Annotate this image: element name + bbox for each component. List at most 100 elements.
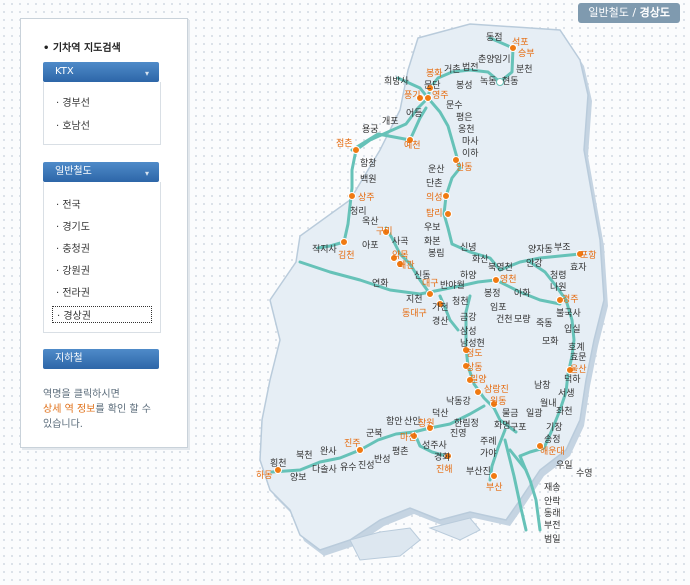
- station-label[interactable]: 효문: [570, 352, 587, 363]
- station-label[interactable]: 문단: [424, 80, 441, 91]
- station-label[interactable]: 경주: [562, 293, 579, 305]
- station-label[interactable]: 북천: [296, 450, 313, 461]
- station-label[interactable]: 호계: [568, 341, 585, 353]
- subway-button[interactable]: 지하철: [43, 349, 159, 369]
- station-label[interactable]: 모화: [542, 336, 559, 347]
- station-label[interactable]: 해운대: [540, 446, 565, 457]
- station-label[interactable]: 안동: [456, 162, 473, 173]
- station-label[interactable]: 청천: [452, 296, 469, 307]
- station-label[interactable]: 효자: [570, 262, 587, 273]
- station-label[interactable]: 죽동: [536, 318, 553, 329]
- region-item-national[interactable]: · 전국: [56, 196, 81, 211]
- station-label[interactable]: 안강: [526, 258, 543, 269]
- station-label[interactable]: 우보: [424, 222, 441, 233]
- station-label[interactable]: 녹동: [480, 76, 497, 87]
- ktx-item-gyeongbu[interactable]: · 경부선: [56, 94, 90, 109]
- region-item-gyeonggi[interactable]: · 경기도: [56, 218, 90, 233]
- station-label[interactable]: 의성: [426, 192, 443, 203]
- region-item-chungcheong[interactable]: · 충청권: [56, 240, 90, 255]
- station-label[interactable]: 진영: [450, 428, 467, 439]
- station-label[interactable]: 아포: [362, 240, 379, 251]
- station-label[interactable]: 분천: [516, 64, 533, 75]
- station-label[interactable]: 희방사: [384, 75, 410, 87]
- station-label[interactable]: 봉성: [456, 80, 473, 91]
- station-label[interactable]: 백원: [360, 174, 377, 185]
- station-label[interactable]: 반야월: [440, 279, 465, 291]
- station-label[interactable]: 동대구: [402, 308, 427, 319]
- station-label[interactable]: 기장: [546, 422, 563, 433]
- station-label[interactable]: 원동: [490, 396, 507, 407]
- station-label[interactable]: 화명: [494, 420, 511, 431]
- station-label[interactable]: 동래: [544, 508, 561, 519]
- station-label[interactable]: 함안: [386, 416, 403, 427]
- station-label[interactable]: 마산: [400, 432, 417, 443]
- station-label[interactable]: 약목: [392, 249, 409, 261]
- station-label[interactable]: 평은: [456, 112, 473, 123]
- station-label[interactable]: 신녕: [460, 242, 477, 253]
- station-label[interactable]: 어등: [406, 108, 423, 119]
- station-label[interactable]: 수영: [576, 468, 593, 479]
- station-label[interactable]: 춘양: [478, 54, 495, 65]
- station-label[interactable]: 건천: [496, 314, 513, 325]
- station-label[interactable]: 반성: [374, 454, 391, 465]
- station-label[interactable]: 삼랑진: [484, 383, 509, 395]
- station-label[interactable]: 남성현: [460, 338, 485, 349]
- station-label[interactable]: 개포: [382, 116, 399, 127]
- station-label[interactable]: 창원: [418, 418, 435, 429]
- station-label[interactable]: 구포: [510, 422, 527, 433]
- station-label[interactable]: 하동: [256, 470, 273, 481]
- station-label[interactable]: 운산: [428, 164, 445, 175]
- station-label[interactable]: 점촌: [336, 137, 353, 149]
- station-label[interactable]: 석포: [512, 37, 529, 48]
- station-label[interactable]: 부산: [486, 482, 503, 493]
- station-label[interactable]: 밀양: [470, 373, 487, 385]
- station-label[interactable]: 청도: [466, 348, 483, 359]
- station-label[interactable]: 연화: [372, 278, 389, 289]
- station-label[interactable]: 모량: [514, 313, 531, 325]
- station-label[interactable]: 북영천: [488, 262, 513, 273]
- station-label[interactable]: 용궁: [362, 124, 379, 135]
- station-label[interactable]: 양자동: [528, 244, 553, 255]
- station-label[interactable]: 화본: [424, 236, 441, 247]
- station-label[interactable]: 안락: [544, 495, 561, 507]
- station-label[interactable]: 봉림: [428, 247, 445, 259]
- station-label[interactable]: 부조: [554, 242, 571, 253]
- station-label[interactable]: 경산: [432, 315, 449, 327]
- station-label[interactable]: 문수: [446, 100, 463, 111]
- station-label[interactable]: 청령: [550, 269, 567, 281]
- station-label[interactable]: 탑리: [426, 207, 443, 219]
- station-label[interactable]: 동점: [486, 31, 503, 43]
- station-label[interactable]: 거촌: [444, 64, 461, 75]
- station-label[interactable]: 남창: [534, 380, 551, 391]
- station-label[interactable]: 김천: [338, 249, 355, 261]
- station-label[interactable]: 유수: [340, 462, 357, 473]
- station-label[interactable]: 상주: [358, 192, 375, 203]
- station-label[interactable]: 진성: [358, 460, 375, 471]
- station-label[interactable]: 경화: [434, 451, 451, 463]
- station-label[interactable]: 상동: [466, 362, 483, 373]
- station-label[interactable]: 단촌: [426, 178, 443, 189]
- station-label[interactable]: 울산: [570, 364, 587, 375]
- general-rail-button[interactable]: 일반철도 ▾: [43, 162, 159, 182]
- station-label[interactable]: 진주: [344, 438, 361, 449]
- station-label[interactable]: 덕하: [564, 374, 581, 385]
- region-item-gyeongsang[interactable]: · 경상권: [52, 306, 152, 323]
- station-label[interactable]: 대구: [422, 278, 439, 289]
- station-label[interactable]: 다솔사: [312, 464, 338, 475]
- station-label[interactable]: 왜관: [398, 260, 415, 271]
- station-label[interactable]: 풍기: [404, 90, 421, 101]
- station-label[interactable]: 함창: [360, 158, 377, 169]
- station-label[interactable]: 덕산: [432, 408, 449, 419]
- station-label[interactable]: 법전: [462, 62, 479, 73]
- station-label[interactable]: 양보: [290, 472, 307, 483]
- station-label[interactable]: 옥산: [362, 216, 379, 227]
- station-label[interactable]: 부전: [544, 520, 561, 531]
- station-label[interactable]: 진해: [436, 464, 453, 475]
- station-label[interactable]: 불국사: [556, 308, 582, 319]
- station-label[interactable]: 아화: [514, 288, 531, 299]
- station-label[interactable]: 입실: [564, 323, 581, 335]
- station-label[interactable]: 완사: [320, 446, 337, 457]
- ktx-button[interactable]: KTX ▾: [43, 62, 159, 82]
- station-label[interactable]: 직지사: [312, 244, 338, 255]
- station-label[interactable]: 삼성: [460, 326, 477, 337]
